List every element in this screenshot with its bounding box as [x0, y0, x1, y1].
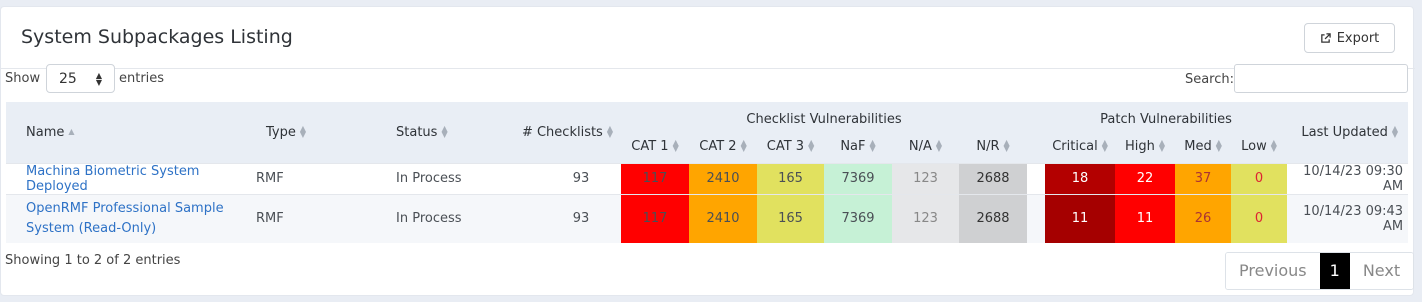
nr-cell: 2688	[959, 162, 1028, 194]
cat1-cell: 117	[621, 162, 689, 194]
cat3-cell: 165	[757, 193, 824, 243]
entries-label: entries	[119, 71, 165, 86]
pagination: Previous 1 Next	[1225, 252, 1415, 290]
page-length-value: 25	[59, 71, 77, 87]
cat1-cell: 117	[621, 193, 689, 243]
search-label: Search:	[1184, 72, 1234, 87]
previous-button[interactable]: Previous	[1226, 253, 1320, 289]
critical-cell: 11	[1045, 193, 1116, 243]
card-header: System Subpackages Listing Export	[1, 7, 1415, 69]
checklists-cell: 93	[501, 162, 621, 194]
column-header-nr[interactable]: N/R ▲ ▼	[959, 130, 1028, 163]
show-label: Show	[5, 71, 41, 86]
na-cell: 123	[892, 162, 959, 194]
column-header-name[interactable]: Name ▲	[6, 102, 256, 163]
status-cell: In Process	[371, 162, 501, 194]
checklists-cell: 93	[501, 193, 621, 243]
high-cell: 11	[1115, 193, 1176, 243]
sort-icon: ▲ ▼	[299, 124, 307, 140]
page-title: System Subpackages Listing	[21, 26, 293, 48]
column-header-cat1[interactable]: CAT 1 ▲ ▼	[621, 130, 689, 163]
table-info: Showing 1 to 2 of 2 entries	[5, 253, 181, 268]
column-header-med[interactable]: Med ▲ ▼	[1175, 130, 1232, 163]
high-cell: 22	[1115, 162, 1176, 194]
column-header-cat3[interactable]: CAT 3 ▲ ▼	[757, 130, 824, 163]
sort-asc-icon: ▲	[68, 127, 75, 137]
page-1-button[interactable]: 1	[1319, 253, 1350, 289]
column-header-checklists[interactable]: # Checklists ▲ ▼	[501, 102, 621, 163]
last-updated-cell: 10/14/23 09:43 AM	[1287, 193, 1409, 243]
column-header-last-updated[interactable]: Last Updated ▲ ▼	[1287, 102, 1409, 163]
sort-icon: ▲ ▼	[441, 124, 448, 140]
external-link-icon	[1320, 32, 1331, 43]
critical-cell: 18	[1045, 162, 1116, 194]
sort-icon: ▲ ▼	[1215, 138, 1222, 154]
group-header-patch-vulnerabilities: Patch Vulnerabilities	[1045, 102, 1288, 130]
last-updated-cell: 10/14/23 09:30 AM	[1287, 162, 1409, 194]
column-header-status[interactable]: Status ▲ ▼	[371, 102, 501, 163]
nr-cell: 2688	[959, 193, 1028, 243]
table-controls: Show 25 ▲ ▼ entries Search:	[0, 62, 1414, 102]
column-header-na[interactable]: N/A ▲ ▼	[892, 130, 959, 163]
column-header-type[interactable]: Type ▲ ▼	[256, 102, 371, 163]
type-cell: RMF	[256, 162, 371, 194]
export-button[interactable]: Export	[1304, 23, 1395, 53]
sort-icon: ▲ ▼	[869, 138, 876, 154]
spacer-header	[1027, 102, 1046, 163]
na-cell: 123	[892, 193, 959, 243]
search-input[interactable]	[1234, 64, 1408, 93]
sort-icon: ▲ ▼	[935, 138, 943, 154]
table-row: OpenRMF Professional Sample System (Read-…	[6, 193, 1409, 243]
select-arrows-icon: ▲ ▼	[95, 71, 102, 87]
cat3-cell: 165	[757, 162, 824, 194]
subpackage-link[interactable]: OpenRMF Professional Sample System (Read-…	[26, 201, 224, 236]
subpackage-link[interactable]: Machina Biometric System Deployed	[26, 164, 199, 194]
status-cell: In Process	[371, 193, 501, 243]
column-header-cat2[interactable]: CAT 2 ▲ ▼	[689, 130, 757, 163]
low-cell: 0	[1231, 193, 1288, 243]
export-label: Export	[1336, 30, 1380, 46]
table-row: Machina Biometric System Deployed RMF In…	[6, 162, 1409, 194]
low-cell: 0	[1231, 162, 1288, 194]
spacer-cell	[1027, 162, 1046, 194]
page-length-select[interactable]: 25 ▲ ▼	[46, 64, 115, 93]
sort-icon: ▲ ▼	[672, 138, 679, 154]
sort-icon: ▲ ▼	[1101, 138, 1108, 154]
column-header-low[interactable]: Low ▲ ▼	[1231, 130, 1288, 163]
type-cell: RMF	[256, 193, 371, 243]
sort-icon: ▲ ▼	[1158, 138, 1166, 154]
med-cell: 37	[1175, 162, 1232, 194]
sort-icon: ▲ ▼	[1003, 138, 1010, 154]
sort-icon: ▲ ▼	[1391, 124, 1399, 140]
sort-icon: ▲ ▼	[1270, 138, 1277, 154]
cat2-cell: 2410	[689, 193, 757, 243]
sort-icon: ▲ ▼	[740, 138, 747, 154]
column-header-high[interactable]: High ▲ ▼	[1115, 130, 1176, 163]
name-cell: OpenRMF Professional Sample System (Read-…	[6, 193, 256, 243]
sort-icon: ▲ ▼	[606, 124, 613, 140]
next-button[interactable]: Next	[1349, 253, 1414, 289]
naf-cell: 7369	[824, 193, 892, 243]
column-header-critical[interactable]: Critical ▲ ▼	[1045, 130, 1116, 163]
cat2-cell: 2410	[689, 162, 757, 194]
group-header-checklist-vulnerabilities: Checklist Vulnerabilities	[621, 102, 1028, 130]
spacer-cell	[1027, 193, 1046, 243]
sort-icon: ▲ ▼	[808, 138, 815, 154]
naf-cell: 7369	[824, 162, 892, 194]
subpackages-table: Name ▲ Type ▲ ▼ Status ▲ ▼ # Checklists ▲ ▼ Che…	[6, 102, 1409, 243]
name-cell: Machina Biometric System Deployed	[6, 162, 256, 194]
column-header-naf[interactable]: NaF ▲ ▼	[824, 130, 892, 163]
med-cell: 26	[1175, 193, 1232, 243]
